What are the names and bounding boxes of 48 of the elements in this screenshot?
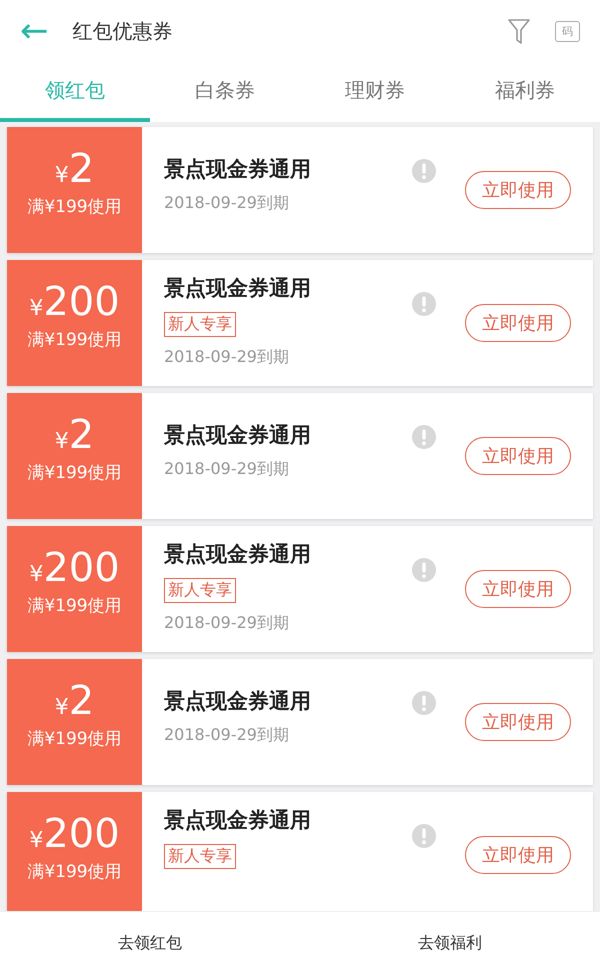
- coupon-condition: 满¥199使用: [27, 196, 122, 218]
- expiry-date: 2018-09-29到期: [164, 347, 289, 368]
- coupon-amount: ¥200: [29, 282, 120, 322]
- use-now-button[interactable]: 立即使用: [465, 304, 571, 342]
- coupon-condition: 满¥199使用: [27, 462, 122, 484]
- info-icon[interactable]: [412, 292, 436, 316]
- coupon-condition: 满¥199使用: [27, 861, 122, 883]
- ticket-code-button[interactable]: 码: [555, 20, 580, 42]
- use-now-button[interactable]: 立即使用: [465, 570, 571, 608]
- coupon-condition: 满¥199使用: [27, 329, 122, 351]
- info-icon[interactable]: [412, 425, 436, 449]
- use-now-button[interactable]: 立即使用: [465, 836, 571, 874]
- coupon-title: 景点现金券通用: [164, 688, 311, 715]
- expiry-date: 2018-09-29到期: [164, 459, 289, 480]
- coupon-title: 景点现金券通用: [164, 422, 311, 449]
- tab[interactable]: 领红包: [0, 62, 150, 122]
- bottom-link[interactable]: 去领福利: [300, 912, 600, 974]
- page-title: 红包优惠券: [72, 18, 174, 44]
- coupon-amount: ¥200: [29, 548, 120, 588]
- filter-icon[interactable]: [507, 17, 531, 45]
- back-button[interactable]: ←: [20, 14, 48, 48]
- use-now-button[interactable]: 立即使用: [465, 437, 571, 475]
- coupon-title: 景点现金券通用: [164, 275, 311, 302]
- info-icon[interactable]: [412, 691, 436, 715]
- expiry-date: 2018-09-29到期: [164, 725, 289, 746]
- new-user-tag: 新人专享: [164, 578, 236, 603]
- info-icon[interactable]: [412, 824, 436, 848]
- coupon-condition: 满¥199使用: [27, 728, 122, 750]
- info-icon[interactable]: [412, 159, 436, 183]
- tab[interactable]: 福利券: [450, 62, 600, 122]
- new-user-tag: 新人专享: [164, 844, 236, 869]
- coupon-condition: 满¥199使用: [27, 595, 122, 617]
- coupon-title: 景点现金券通用: [164, 541, 311, 568]
- coupon-title: 景点现金券通用: [164, 807, 311, 834]
- coupon-amount: ¥2: [54, 681, 94, 721]
- expiry-date: 2018-09-29到期: [164, 613, 289, 634]
- use-now-button[interactable]: 立即使用: [465, 703, 571, 741]
- coupon-amount: ¥2: [54, 149, 94, 189]
- new-user-tag: 新人专享: [164, 312, 236, 337]
- coupon-amount: ¥2: [54, 415, 94, 455]
- info-icon[interactable]: [412, 558, 436, 582]
- bottom-link[interactable]: 去领红包: [0, 912, 300, 974]
- tab[interactable]: 理财券: [300, 62, 450, 122]
- coupon-title: 景点现金券通用: [164, 156, 311, 183]
- coupon-amount: ¥200: [29, 814, 120, 854]
- tab[interactable]: 白条券: [150, 62, 300, 122]
- expiry-date: 2018-09-29到期: [164, 193, 289, 214]
- use-now-button[interactable]: 立即使用: [465, 171, 571, 209]
